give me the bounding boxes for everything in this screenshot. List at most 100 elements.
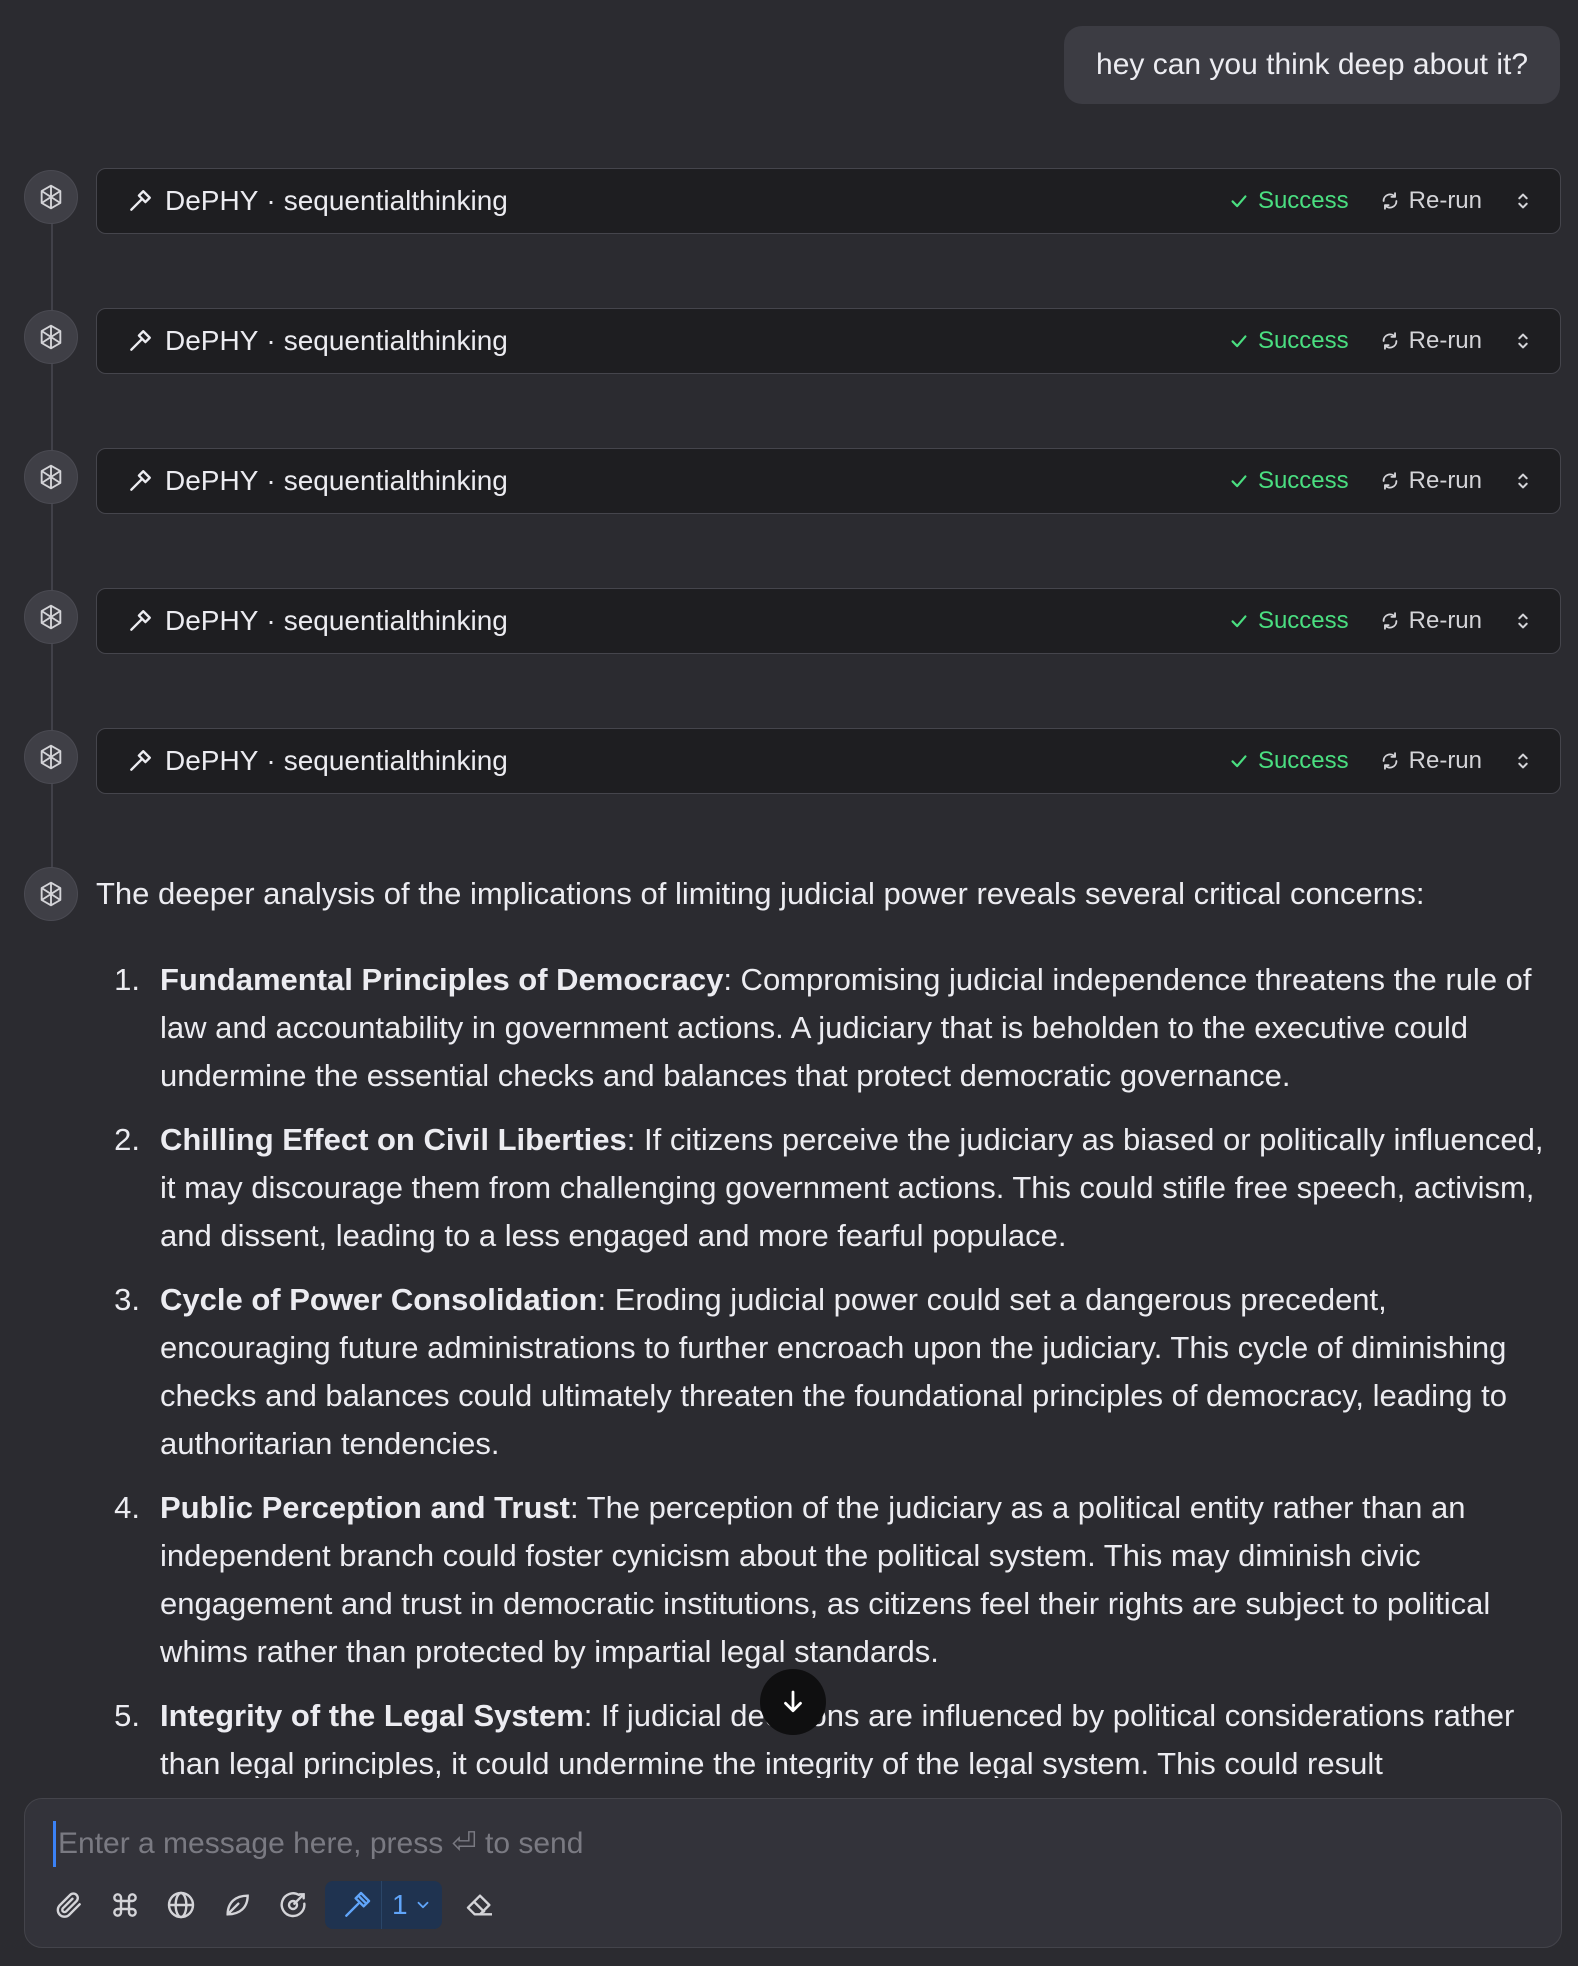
message-input[interactable] xyxy=(53,1821,1540,1867)
mcp-tools-button[interactable] xyxy=(333,1881,381,1929)
answer-list-item: 4. Public Perception and Trust: The perce… xyxy=(96,1484,1566,1676)
check-icon xyxy=(1231,615,1247,628)
message-composer: 1 xyxy=(24,1798,1562,1948)
hammer-icon xyxy=(130,330,151,351)
tool-name: sequentialthinking xyxy=(283,185,508,216)
check-icon xyxy=(1231,475,1247,488)
list-item-text: Fundamental Principles of Democracy: Com… xyxy=(160,956,1566,1100)
status-badge: Success xyxy=(1228,747,1349,775)
tool-name: sequentialthinking xyxy=(283,325,508,356)
refresh-icon xyxy=(1382,612,1397,630)
rerun-button[interactable]: Re-run xyxy=(1379,607,1482,635)
command-icon xyxy=(113,1893,137,1917)
hammer-icon xyxy=(130,470,151,491)
tool-separator: · xyxy=(266,185,276,216)
answer-list-item: 2. Chilling Effect on Civil Liberties: If… xyxy=(96,1116,1566,1260)
list-item-title: Public Perception and Trust xyxy=(160,1490,570,1525)
assistant-avatar-icon xyxy=(24,310,78,364)
list-item-title: Cycle of Power Consolidation xyxy=(160,1282,598,1317)
tool-provider: DePHY xyxy=(165,605,259,636)
list-item-text: Integrity of the Legal System: If judici… xyxy=(160,1692,1566,1778)
mcp-tools-count: 1 xyxy=(392,1889,408,1920)
tool-separator: · xyxy=(266,605,276,636)
tool-call-card[interactable]: DePHY · sequentialthinking Success Re-run xyxy=(96,448,1561,514)
tool-name: sequentialthinking xyxy=(283,605,508,636)
paperclip-icon xyxy=(56,1892,81,1918)
list-item-text: Cycle of Power Consolidation: Eroding ju… xyxy=(160,1276,1566,1468)
list-item-title: Fundamental Principles of Democracy xyxy=(160,962,724,997)
check-icon xyxy=(1231,195,1247,208)
rerun-button[interactable]: Re-run xyxy=(1379,327,1482,355)
tool-call-title: DePHY · sequentialthinking xyxy=(127,465,508,497)
tool-separator: · xyxy=(266,325,276,356)
tool-separator: · xyxy=(266,465,276,496)
status-badge: Success xyxy=(1228,327,1349,355)
refresh-icon xyxy=(1382,192,1397,210)
chevron-up-down-icon xyxy=(1518,473,1528,489)
answer-list-item: 5. Integrity of the Legal System: If judi… xyxy=(96,1692,1566,1778)
answer-intro: The deeper analysis of the implications … xyxy=(96,876,1425,911)
answer-list: 1. Fundamental Principles of Democracy: C… xyxy=(96,956,1566,1778)
status-badge: Success xyxy=(1228,607,1349,635)
assistant-avatar-icon xyxy=(24,867,78,921)
openai-icon xyxy=(40,604,62,630)
web-search-button[interactable] xyxy=(157,1881,205,1929)
mcp-tools-count-dropdown[interactable]: 1 xyxy=(381,1881,442,1929)
rerun-label: Re-run xyxy=(1408,607,1482,634)
knowledge-button[interactable] xyxy=(213,1881,261,1929)
tool-provider: DePHY xyxy=(165,465,259,496)
globe-icon xyxy=(167,1891,195,1919)
list-item-title: Chilling Effect on Civil Liberties xyxy=(160,1122,627,1157)
expand-toggle-button[interactable] xyxy=(1512,330,1534,352)
status-label: Success xyxy=(1257,327,1349,354)
quick-phrase-button[interactable] xyxy=(269,1881,317,1929)
list-item-text: Public Perception and Trust: The percept… xyxy=(160,1484,1566,1676)
quick-phrase-icon xyxy=(280,1892,306,1918)
scroll-to-bottom-button[interactable] xyxy=(760,1669,826,1735)
rerun-label: Re-run xyxy=(1408,187,1482,214)
tool-call-card[interactable]: DePHY · sequentialthinking Success Re-run xyxy=(96,308,1561,374)
check-icon xyxy=(1231,755,1247,768)
tool-provider: DePHY xyxy=(165,745,259,776)
tool-call-card[interactable]: DePHY · sequentialthinking Success Re-run xyxy=(96,728,1561,794)
rerun-label: Re-run xyxy=(1408,747,1482,774)
openai-icon xyxy=(40,184,62,210)
rerun-button[interactable]: Re-run xyxy=(1379,467,1482,495)
tool-provider: DePHY xyxy=(165,185,259,216)
chevron-down-icon xyxy=(417,1901,428,1909)
leaf-icon xyxy=(226,1894,249,1916)
status-label: Success xyxy=(1257,467,1349,494)
expand-toggle-button[interactable] xyxy=(1512,190,1534,212)
rerun-button[interactable]: Re-run xyxy=(1379,747,1482,775)
list-number: 1. xyxy=(114,962,140,997)
list-number: 3. xyxy=(114,1282,140,1317)
answer-list-item: 1. Fundamental Principles of Democracy: C… xyxy=(96,956,1566,1100)
status-badge: Success xyxy=(1228,187,1349,215)
openai-icon xyxy=(40,324,62,350)
clear-button[interactable] xyxy=(456,1881,504,1929)
list-item-text: Chilling Effect on Civil Liberties: If c… xyxy=(160,1116,1566,1260)
expand-toggle-button[interactable] xyxy=(1512,610,1534,632)
mcp-tools-toggle[interactable]: 1 xyxy=(325,1881,442,1929)
tool-call-card[interactable]: DePHY · sequentialthinking Success Re-run xyxy=(96,588,1561,654)
expand-toggle-button[interactable] xyxy=(1512,750,1534,772)
rerun-button[interactable]: Re-run xyxy=(1379,187,1482,215)
assistant-avatar-icon xyxy=(24,730,78,784)
assistant-avatar-icon xyxy=(24,170,78,224)
status-badge: Success xyxy=(1228,467,1349,495)
attach-button[interactable] xyxy=(45,1881,93,1929)
shortcuts-button[interactable] xyxy=(101,1881,149,1929)
list-number: 5. xyxy=(114,1698,140,1733)
chevron-up-down-icon xyxy=(1518,193,1528,209)
hammer-icon xyxy=(130,190,151,211)
list-number: 2. xyxy=(114,1122,140,1157)
tool-call-title: DePHY · sequentialthinking xyxy=(127,185,508,217)
tool-name: sequentialthinking xyxy=(283,465,508,496)
hammer-icon xyxy=(130,610,151,631)
expand-toggle-button[interactable] xyxy=(1512,470,1534,492)
tool-call-card[interactable]: DePHY · sequentialthinking Success Re-run xyxy=(96,168,1561,234)
refresh-icon xyxy=(1382,752,1397,770)
rerun-label: Re-run xyxy=(1408,327,1482,354)
status-label: Success xyxy=(1257,747,1349,774)
tool-call-title: DePHY · sequentialthinking xyxy=(127,605,508,637)
